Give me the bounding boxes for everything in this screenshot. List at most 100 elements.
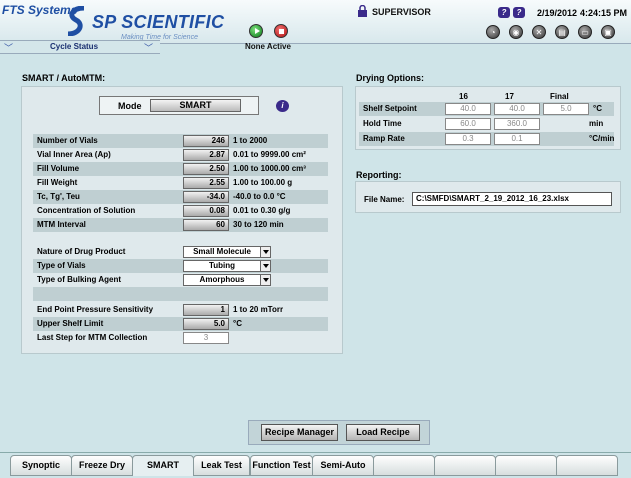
tab-function-test[interactable]: Function Test	[250, 455, 313, 476]
alarm-icon[interactable]: ◉	[509, 25, 523, 39]
dropdown-arrow-icon[interactable]	[260, 247, 270, 257]
info-icon[interactable]: i	[276, 100, 289, 112]
save-icon[interactable]: ▣	[601, 25, 615, 39]
shelf-limit-button[interactable]: 5.0	[183, 318, 229, 330]
dropdown-arrow-icon[interactable]	[260, 275, 270, 285]
select-label: Nature of Drug Product	[37, 247, 126, 256]
param-range: 1 to 2000	[233, 136, 268, 145]
param-value-button[interactable]: 60	[183, 219, 229, 231]
tab-semi-auto[interactable]: Semi-Auto	[312, 455, 374, 476]
chevron-down-icon[interactable]: ﹀	[144, 41, 153, 54]
param-range: 1.00 to 100.00 g	[233, 178, 293, 187]
drying-cell[interactable]: 40.0	[445, 103, 491, 115]
param-range: 0.01 to 9999.00 cm²	[233, 150, 306, 159]
param-label: Concentration of Solution	[37, 206, 136, 215]
drying-label: Shelf Setpoint	[363, 104, 417, 113]
param-label: Upper Shelf Limit	[37, 319, 104, 328]
drying-cell[interactable]: 360.0	[494, 118, 540, 130]
file-name-label: File Name:	[364, 195, 405, 204]
param-label: Number of Vials	[37, 136, 98, 145]
drying-label: Ramp Rate	[363, 134, 405, 143]
reporting-title: Reporting:	[356, 170, 402, 180]
param-label: End Point Pressure Sensitivity	[37, 305, 154, 314]
select-label: Type of Bulking Agent	[37, 275, 121, 284]
spacer-row	[33, 287, 328, 301]
param-row: Fill Weight 2.55 1.00 to 100.00 g	[33, 176, 328, 190]
param-row: Concentration of Solution 0.08 0.01 to 0.3…	[33, 204, 328, 218]
tab-smart[interactable]: SMART	[132, 455, 194, 476]
drying-cell[interactable]: 60.0	[445, 118, 491, 130]
help-icon[interactable]: ?	[498, 7, 510, 18]
time-display: 4:24:15 PM	[580, 8, 628, 18]
select-row: Type of Bulking Agent Amorphous	[33, 273, 328, 287]
select-row: Type of Vials Tubing	[33, 259, 328, 273]
param-row: Number of Vials 246 1 to 2000	[33, 134, 328, 148]
select-row: Nature of Drug Product Small Molecule	[33, 245, 328, 259]
user-role: SUPERVISOR	[372, 7, 431, 17]
drying-label: Hold Time	[363, 119, 402, 128]
smart-title: SMART / AutoMTM:	[22, 73, 106, 83]
param-row: Fill Volume 2.50 1.00 to 1000.00 cm³	[33, 162, 328, 176]
load-recipe-button[interactable]: Load Recipe	[346, 424, 420, 441]
recipe-manager-button[interactable]: Recipe Manager	[261, 424, 338, 441]
param-value-button[interactable]: 0.08	[183, 205, 229, 217]
stop-button[interactable]	[274, 24, 288, 38]
cycle-status-bar[interactable]: ﹀ Cycle Status ﹀	[0, 40, 160, 54]
param-row: Tc, Tg', Teu -34.0 -40.0 to 0.0 °C	[33, 190, 328, 204]
unit-label: min	[589, 119, 604, 128]
tab-empty[interactable]	[434, 455, 496, 476]
tab-leak-test[interactable]: Leak Test	[193, 455, 250, 476]
tab-freeze-dry[interactable]: Freeze Dry	[71, 455, 133, 476]
tab-synoptic[interactable]: Synoptic	[10, 455, 72, 476]
drying-row: Hold Time 60.0 360.0 min	[359, 117, 614, 131]
start-button[interactable]	[249, 24, 263, 38]
drying-cell[interactable]: 5.0	[543, 103, 589, 115]
param-value-button[interactable]: 2.50	[183, 163, 229, 175]
lock-icon	[358, 5, 367, 17]
dropdown-arrow-icon[interactable]	[260, 261, 270, 271]
drying-cell[interactable]: 40.0	[494, 103, 540, 115]
drying-row: Ramp Rate 0.3 0.1 °C/min	[359, 132, 614, 146]
mode-button[interactable]: SMART	[150, 99, 241, 112]
param-range: 30 to 120 min	[233, 220, 284, 229]
column-header: 16	[459, 92, 468, 101]
drug-product-select[interactable]: Small Molecule	[183, 246, 271, 258]
param-label: MTM Interval	[37, 220, 86, 229]
tab-empty[interactable]	[556, 455, 618, 476]
param-label: Vial Inner Area (Ap)	[37, 150, 111, 159]
param-value-button[interactable]: -34.0	[183, 191, 229, 203]
param-range: 0.01 to 0.30 g/g	[233, 206, 291, 215]
select-value: Tubing	[208, 261, 236, 270]
param-row: Last Step for MTM Collection 3	[33, 331, 328, 345]
info-help-icon[interactable]: ?	[513, 7, 525, 18]
param-value-button[interactable]: 246	[183, 135, 229, 147]
drying-cell[interactable]: 0.3	[445, 133, 491, 145]
chart-icon[interactable]: ▤	[555, 25, 569, 39]
param-label: Fill Volume	[37, 164, 80, 173]
chevron-down-icon[interactable]: ﹀	[4, 41, 13, 54]
param-row: MTM Interval 60 30 to 120 min	[33, 218, 328, 232]
dial-icon[interactable]: ◔	[486, 25, 500, 39]
unit-label: °C	[593, 104, 602, 113]
param-range: °C	[233, 319, 242, 328]
date-display: 2/19/2012	[537, 8, 578, 18]
last-step-input[interactable]: 3	[183, 332, 229, 344]
select-value: Amorphous	[199, 275, 245, 284]
drying-cell[interactable]: 0.1	[494, 133, 540, 145]
column-header: 17	[505, 92, 514, 101]
tab-empty[interactable]	[495, 455, 557, 476]
param-range: 1 to 20 mTorr	[233, 305, 284, 314]
bulking-agent-select[interactable]: Amorphous	[183, 274, 271, 286]
vial-type-select[interactable]: Tubing	[183, 260, 271, 272]
unit-label: °C/min	[589, 134, 615, 143]
tools-icon[interactable]: ✕	[532, 25, 546, 39]
param-value-button[interactable]: 2.55	[183, 177, 229, 189]
param-value-button[interactable]: 2.87	[183, 149, 229, 161]
select-value: Small Molecule	[193, 247, 251, 256]
file-name-input[interactable]: C:\SMFD\SMART_2_19_2012_16_23.xlsx	[412, 192, 612, 206]
endpoint-value-button[interactable]: 1	[183, 304, 229, 316]
cycle-status-label: Cycle Status	[50, 42, 99, 51]
param-row: End Point Pressure Sensitivity 1 1 to 20 m…	[33, 303, 328, 317]
print-icon[interactable]: ▭	[578, 25, 592, 39]
tab-empty[interactable]	[373, 455, 435, 476]
